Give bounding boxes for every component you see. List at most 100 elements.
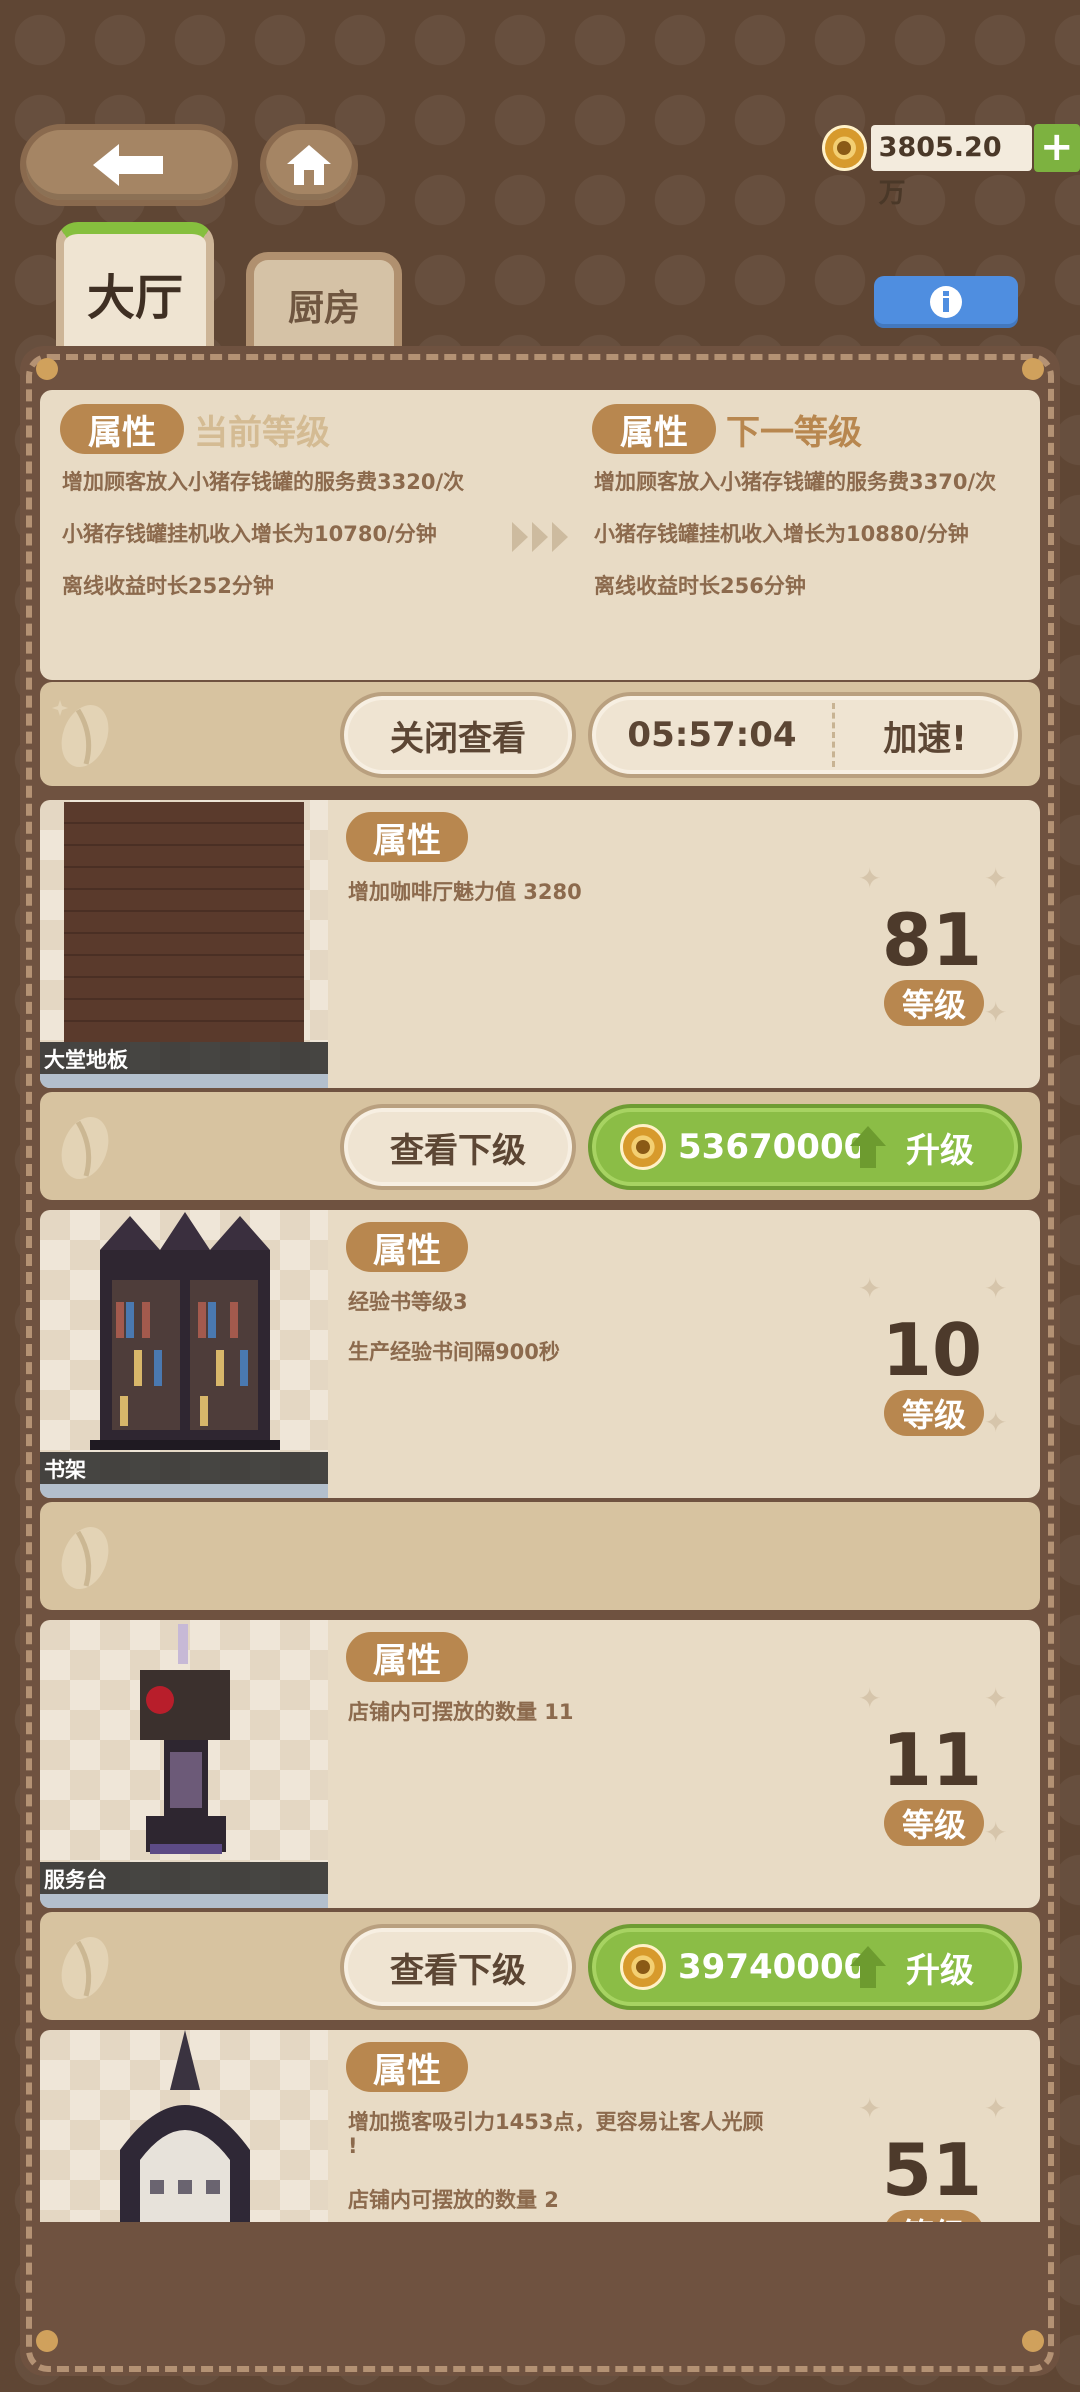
panel-corner-bl (36, 2330, 58, 2352)
current-attr-tag: 属性 (60, 404, 184, 454)
back-arrow-icon (93, 144, 163, 186)
coffee-bean-icon (61, 1937, 109, 1999)
thumb-shadow (40, 1484, 328, 1498)
coin-balance: 3805.20万 + (822, 124, 1080, 209)
item-line: 增加揽客吸引力1453点，更容易让客人光顾 (348, 2110, 764, 2134)
item-attr-tag: 属性 (346, 1632, 468, 1682)
sparkle-icon: ✦ (858, 1682, 882, 1715)
triple-arrow-icon (512, 522, 568, 552)
level-compare-card: 属性 当前等级 增加顾客放入小猪存钱罐的服务费3320/次 小猪存钱罐挂机收入增… (40, 390, 1040, 680)
coin-icon (822, 125, 867, 171)
next-line-1: 增加顾客放入小猪存钱罐的服务费3370/次 (594, 470, 997, 494)
sparkle-icon: ✦ (984, 1272, 1008, 1305)
level-label: 等级 (884, 1800, 984, 1846)
upgrade-button[interactable]: 53670000 升级 (588, 1104, 1022, 1190)
home-button[interactable] (260, 124, 358, 206)
panel-corner-tr (1022, 358, 1044, 380)
info-button[interactable] (874, 276, 1018, 328)
up-arrow-icon (850, 1946, 886, 1988)
counter-caption: 服务台 (40, 1862, 328, 1896)
home-icon (287, 145, 331, 185)
add-coins-button[interactable]: + (1033, 124, 1080, 172)
level-number: 11 (881, 1718, 983, 1802)
floor-caption: 大堂地板 (40, 1042, 328, 1076)
current-line-2: 小猪存钱罐挂机收入增长为10780/分钟 (62, 522, 437, 546)
sparkle-icon: ✦ (984, 1406, 1008, 1439)
sparkle-icon: ✦ (858, 862, 882, 895)
next-line-2: 小猪存钱罐挂机收入增长为10880/分钟 (594, 522, 969, 546)
level-number: 10 (881, 1308, 983, 1392)
floor-action-bar: 查看下级 53670000 升级 (40, 1092, 1040, 1200)
counter-action-bar: 查看下级 39740000 升级 (40, 1912, 1040, 2020)
speed-up-label: 加速! (883, 718, 967, 759)
gate-image (120, 2030, 250, 2222)
bookshelf-thumbnail[interactable]: 书架 (40, 1210, 328, 1498)
compare-action-bar: 关闭查看 05:57:04 加速! (40, 682, 1040, 786)
back-button[interactable] (20, 124, 238, 206)
countdown-timer: 05:57:04 (627, 715, 797, 755)
bookshelf-image (90, 1212, 280, 1450)
view-next-level-button[interactable]: 查看下级 (340, 1924, 576, 2010)
item-attr-tag: 属性 (346, 2042, 468, 2092)
item-line: 店铺内可摆放的数量 2 (348, 2188, 559, 2212)
item-line: 经验书等级3 (348, 1290, 468, 1314)
coin-icon (620, 1124, 666, 1170)
floor-thumbnail[interactable]: 大堂地板 (40, 800, 328, 1088)
sparkle-icon: ✦ (984, 996, 1008, 1029)
level-label: 等级 (884, 2210, 984, 2222)
tab-kitchen[interactable]: 厨房 (246, 252, 402, 350)
thumb-shadow (40, 1074, 328, 1088)
upgrade-price: 53670000 (678, 1127, 868, 1167)
view-next-label: 查看下级 (390, 1950, 526, 1991)
next-level-title: 下一等级 (726, 412, 862, 453)
gate-thumbnail[interactable] (40, 2030, 328, 2222)
item-list[interactable]: 属性 当前等级 增加顾客放入小猪存钱罐的服务费3320/次 小猪存钱罐挂机收入增… (38, 388, 1042, 2222)
item-card-floor: 大堂地板 属性 增加咖啡厅魅力值 3280 ✦ ✦ ✦ 81 等级 (40, 800, 1040, 1088)
bookshelf-caption: 书架 (40, 1452, 328, 1486)
timer-speedup-button[interactable]: 05:57:04 加速! (588, 692, 1022, 778)
next-attr-tag: 属性 (592, 404, 716, 454)
item-attr-tag: 属性 (346, 812, 468, 862)
close-view-button[interactable]: 关闭查看 (340, 692, 576, 778)
upgrade-price: 39740000 (678, 1947, 868, 1987)
current-line-1: 增加顾客放入小猪存钱罐的服务费3320/次 (62, 470, 465, 494)
floor-image (64, 802, 304, 1042)
view-next-label: 查看下级 (390, 1130, 526, 1171)
sparkle-icon: ✦ (984, 1682, 1008, 1715)
item-line: 店铺内可摆放的数量 11 (348, 1700, 574, 1724)
tab-kitchen-label: 厨房 (287, 288, 360, 329)
view-next-level-button[interactable]: 查看下级 (340, 1104, 576, 1190)
tab-hall[interactable]: 大厅 (56, 222, 214, 352)
sparkle-icon: ✦ (984, 1816, 1008, 1849)
upgrade-label: 升级 (906, 1950, 974, 1991)
close-view-label: 关闭查看 (390, 718, 526, 759)
coffee-bean-icon (52, 700, 109, 767)
panel-corner-tl (36, 358, 58, 380)
current-level-title: 当前等级 (194, 412, 330, 453)
counter-thumbnail[interactable]: 服务台 (40, 1620, 328, 1908)
item-line: 生产经验书间隔900秒 (348, 1340, 560, 1364)
up-arrow-icon (850, 1126, 886, 1168)
item-card-counter: 服务台 属性 店铺内可摆放的数量 11 ✦ ✦ ✦ 11 等级 (40, 1620, 1040, 1908)
coffee-bean-icon (61, 1117, 109, 1179)
sparkle-icon: ✦ (984, 862, 1008, 895)
level-number: 51 (881, 2128, 983, 2212)
upgrade-button[interactable]: 39740000 升级 (588, 1924, 1022, 2010)
level-label: 等级 (884, 1390, 984, 1436)
item-card-gate: 属性 增加揽客吸引力1453点，更容易让客人光顾 ! 店铺内可摆放的数量 2 ✦… (40, 2030, 1040, 2222)
coin-amount: 3805.20万 (870, 125, 1032, 209)
info-icon (930, 286, 962, 318)
counter-image (140, 1624, 230, 1854)
item-line: 增加咖啡厅魅力值 3280 (348, 880, 582, 904)
upgrade-label: 升级 (906, 1130, 974, 1171)
level-label: 等级 (884, 980, 984, 1026)
item-line: ! (348, 2134, 358, 2158)
coffee-bean-icon (61, 1527, 109, 1589)
tab-hall-label: 大厅 (86, 270, 183, 326)
level-number: 81 (881, 898, 983, 982)
current-line-3: 离线收益时长252分钟 (62, 574, 274, 598)
item-card-bookshelf: 书架 属性 经验书等级3 生产经验书间隔900秒 ✦ ✦ ✦ 10 等级 (40, 1210, 1040, 1498)
sparkle-icon: ✦ (858, 1272, 882, 1305)
sparkle-icon: ✦ (984, 2092, 1008, 2125)
thumb-shadow (40, 1894, 328, 1908)
